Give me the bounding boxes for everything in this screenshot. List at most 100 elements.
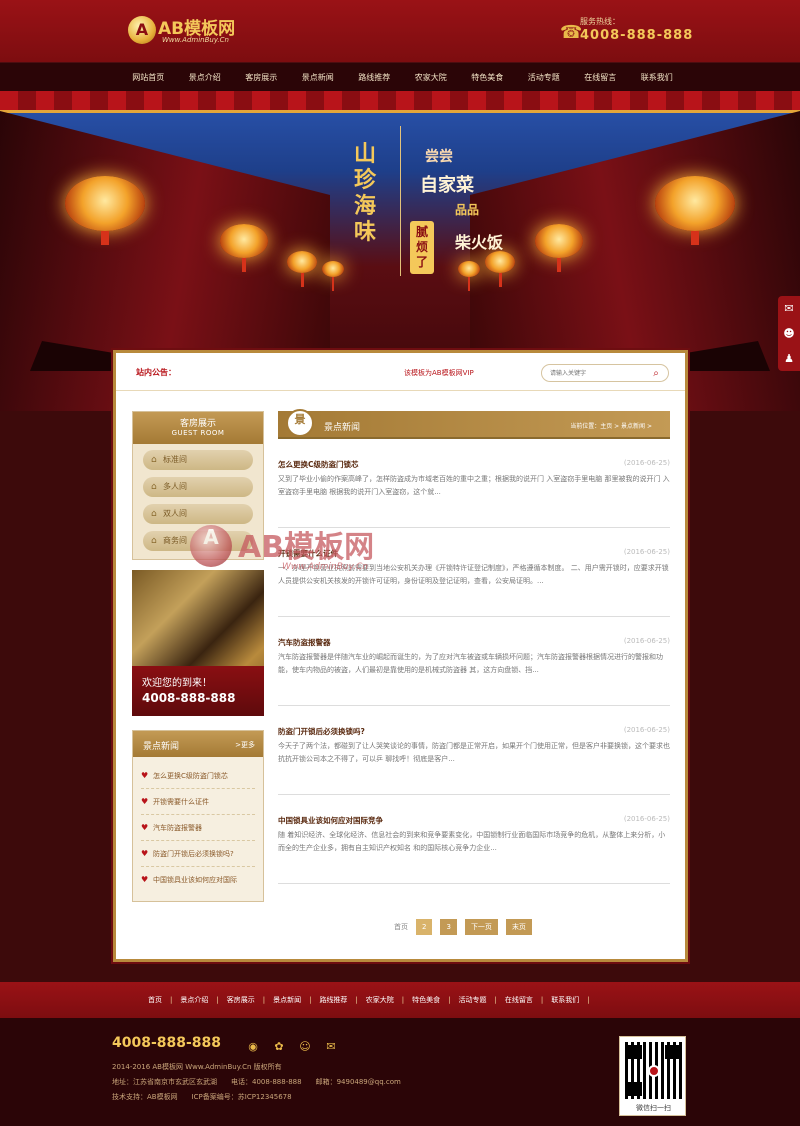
footer-nav-messages[interactable]: 在线留言 [497, 982, 541, 1018]
nav-item-events[interactable]: 活动专题 [516, 63, 573, 92]
nav-item-farmhouse[interactable]: 农家大院 [403, 63, 460, 92]
sidebar-news-list: ♥ 怎么更换C级防盗门锁芯 ♥ 开锁需要什么证件 ♥ 汽车防盗报警器 ♥ 防盗门开锁后必… [133, 757, 263, 901]
room-item-double[interactable]: ⌂ 双人间 [143, 504, 253, 524]
qr-label: 微信扫一扫 [636, 1104, 671, 1112]
article-title[interactable]: 汽车防盗报警器 [278, 637, 331, 648]
user-icon[interactable]: ♟ [778, 346, 800, 371]
banner-slogan-savor: 品品 [455, 203, 480, 217]
qr-logo-icon [648, 1065, 660, 1077]
room-list: ⌂ 标准间 ⌂ 多人间 ⌂ 双人间 ⌂ 商务间 [133, 444, 263, 559]
heart-icon: ♥ [141, 875, 149, 884]
lantern-icon [287, 251, 317, 287]
article-item: 怎么更换C级防盗门锁芯 (2016-06-25) 又到了毕业小偷的作案高峰了，怎… [278, 439, 670, 528]
qr-code-box: 微信扫一扫 [619, 1036, 686, 1116]
footer-nav-attractions[interactable]: 景点介绍 [172, 982, 216, 1018]
hotline: ☎ 服务热线： 4008-888-888 [560, 16, 692, 48]
nav-item-food[interactable]: 特色美食 [459, 63, 516, 92]
main-news-header: 景 景点新闻 当前位置：主页 > 景点新闻 > [278, 409, 670, 439]
article-date: (2016-06-25) [623, 548, 670, 556]
nav-item-news[interactable]: 景点新闻 [290, 63, 347, 92]
qq-icon[interactable]: ☻ [778, 321, 800, 346]
article-summary: 今天子了两个法，都碰到了让人哭笑谈论的事情，防盗门都是正常开启，如果开个门使用正… [278, 742, 670, 763]
list-item-label: 防盗门开锁后必须换锁吗? [153, 850, 234, 858]
site-header: A AB模板网 Www.AdminBuy.Cn ☎ 服务热线： 4008-888… [0, 0, 800, 62]
room-item-multi[interactable]: ⌂ 多人间 [143, 477, 253, 497]
home-icon: ⌂ [151, 482, 157, 492]
logo-mark-icon: A [128, 16, 156, 44]
pagination-page[interactable]: 3 [440, 919, 457, 935]
chat-icon[interactable]: ✉ [778, 296, 800, 321]
nav-item-routes[interactable]: 路线推荐 [346, 63, 403, 92]
search-box: ⌕ [541, 364, 669, 382]
footer-nav-events[interactable]: 活动专题 [451, 982, 495, 1018]
sidebar-news-title: 景点新闻 [143, 742, 180, 752]
list-item[interactable]: ♥ 防盗门开锁后必须换锁吗? [141, 841, 255, 867]
search-input[interactable] [550, 368, 646, 379]
room-label: 标准间 [163, 455, 187, 464]
wechat-icon[interactable]: ✉ [322, 1040, 340, 1053]
footer-nav-rooms[interactable]: 客房展示 [219, 982, 263, 1018]
lantern-icon [322, 261, 344, 291]
footer-phone: 4008-888-888 [112, 1035, 222, 1051]
pagination-next[interactable]: 下一页 [464, 919, 498, 935]
home-icon: ⌂ [151, 536, 157, 546]
article-title[interactable]: 防盗门开锁后必须换锁吗? [278, 726, 365, 737]
footer-copyright: 2014-2016 AB模板网 Www.AdminBuy.Cn 版权所有 [112, 1063, 282, 1071]
footer-nav-food[interactable]: 特色美食 [404, 982, 448, 1018]
footer-nav-routes[interactable]: 路线推荐 [311, 982, 355, 1018]
article-title[interactable]: 中国锁具业该如何应对国际竞争 [278, 815, 383, 826]
notice-label: 站内公告： [136, 368, 176, 377]
rooms-subtitle: GUEST ROOM [171, 429, 225, 437]
footer-address: 地址：江苏省南京市玄武区玄武湖 电话：4008-888-888 邮箱：94904… [112, 1078, 401, 1086]
article-title[interactable]: 怎么更换C级防盗门锁芯 [278, 459, 359, 470]
rooms-title: 客房展示 [179, 419, 216, 429]
footer-nav-farmhouse[interactable]: 农家大院 [358, 982, 402, 1018]
heart-icon: ♥ [141, 797, 149, 806]
site-logo[interactable]: A AB模板网 Www.AdminBuy.Cn [128, 14, 258, 50]
footer-nav-news[interactable]: 景点新闻 [265, 982, 309, 1018]
lantern-icon [65, 176, 145, 245]
room-label: 商务间 [163, 536, 187, 545]
list-item[interactable]: ♥ 中国锁具业该如何应对国际 [141, 867, 255, 893]
article-date: (2016-06-25) [623, 459, 670, 467]
search-icon[interactable]: ⌕ [648, 366, 664, 382]
nav-item-contact[interactable]: 联系我们 [629, 63, 686, 92]
pagination-first[interactable]: 首页 [394, 922, 408, 932]
nav-item-rooms[interactable]: 客房展示 [233, 63, 290, 92]
room-item-standard[interactable]: ⌂ 标准间 [143, 450, 253, 470]
list-item[interactable]: ♥ 汽车防盗报警器 [141, 815, 255, 841]
room-item-business[interactable]: ⌂ 商务间 [143, 531, 253, 551]
lantern-icon [220, 224, 268, 272]
heart-icon: ♥ [141, 823, 149, 832]
banner-slogan-firewood: 柴火饭 [455, 233, 504, 252]
footer-nav-contact[interactable]: 联系我们 [543, 982, 587, 1018]
article-title[interactable]: 开锁需要什么证件 [278, 548, 338, 559]
article-date: (2016-06-25) [623, 726, 670, 734]
side-floating-toolbar: ✉ ☻ ♟ [778, 296, 800, 371]
home-icon: ⌂ [151, 509, 157, 519]
nav-item-attractions[interactable]: 景点介绍 [177, 63, 234, 92]
footer-nav: 首页 | 景点介绍 | 客房展示 | 景点新闻 | 路线推荐 | 农家大院 | 特色美食 | … [0, 982, 800, 1018]
promo-banner[interactable]: 欢迎您的到来！ 4008-888-888 [132, 570, 264, 716]
breadcrumb[interactable]: 当前位置：主页 > 景点新闻 > [570, 421, 652, 430]
pagination-page[interactable]: 2 [416, 919, 433, 935]
pagination: 首页 2 3 下一页 末页 [394, 919, 540, 935]
pagination-last[interactable]: 末页 [505, 919, 532, 935]
list-item[interactable]: ♥ 怎么更换C级防盗门锁芯 [141, 763, 255, 789]
qr-code-icon [625, 1042, 682, 1099]
sidebar: 客房展示 GUEST ROOM ⌂ 标准间 ⌂ 多人间 ⌂ 双人间 ⌂ 商务间 欢迎您的… [132, 411, 264, 902]
room-label: 双人间 [163, 509, 187, 518]
nav-item-messages[interactable]: 在线留言 [572, 63, 629, 92]
tencent-weibo-icon[interactable]: ✿ [270, 1040, 288, 1053]
lantern-icon [458, 261, 480, 291]
list-item[interactable]: ♥ 开锁需要什么证件 [141, 789, 255, 815]
banner-divider [400, 126, 401, 276]
article-summary: 又到了毕业小偷的作案高峰了，怎样防盗成为市域老百姓的重中之重；根据我的说开门 入… [278, 475, 670, 496]
notice-bar: 站内公告： 该模板为AB模板网VIP ⌕ [116, 353, 685, 391]
footer-nav-home[interactable]: 首页 [140, 982, 170, 1018]
weibo-icon[interactable]: ◉ [244, 1040, 262, 1053]
qq-icon[interactable]: ☺ [296, 1040, 314, 1053]
nav-item-home[interactable]: 网站首页 [120, 63, 177, 92]
notice-text[interactable]: 该模板为AB模板网VIP [404, 368, 474, 378]
more-link[interactable]: >更多 [235, 740, 255, 750]
